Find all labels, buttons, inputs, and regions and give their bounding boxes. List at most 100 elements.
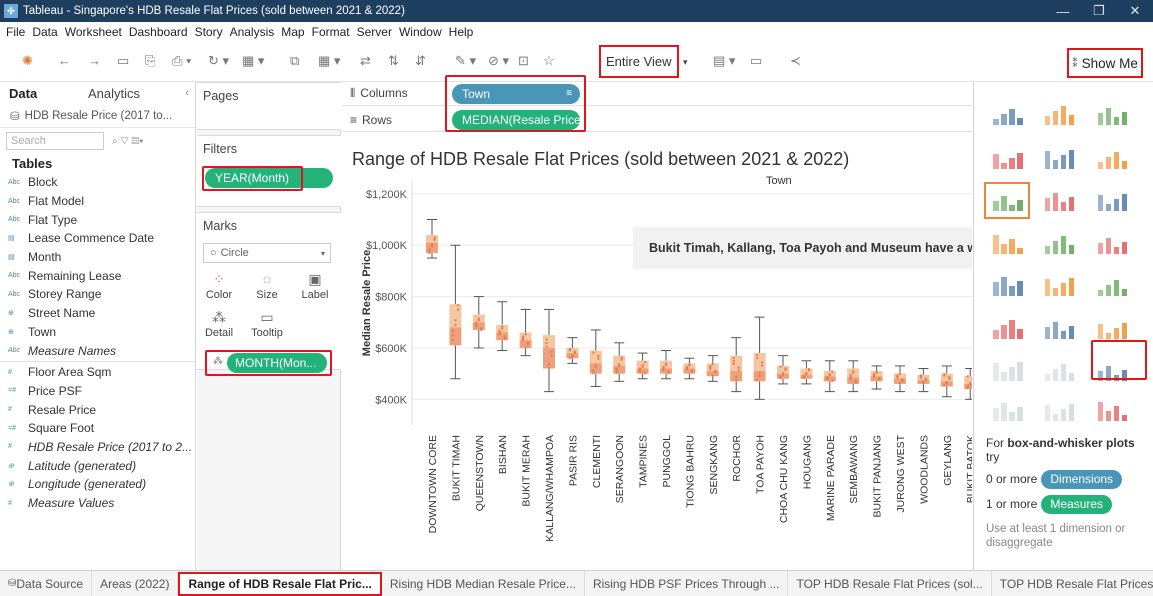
data-point[interactable]: [735, 378, 738, 381]
sheet-tab[interactable]: Range of HDB Resale Flat Pric...: [178, 571, 382, 596]
data-point[interactable]: [545, 341, 548, 345]
data-point[interactable]: [943, 372, 946, 376]
show-me-pie-chart-icon[interactable]: [1091, 142, 1133, 175]
data-point[interactable]: [501, 325, 504, 329]
sheet-tab[interactable]: Rising HDB Median Resale Price...: [382, 570, 585, 596]
pages-card[interactable]: Pages: [197, 82, 341, 130]
data-point[interactable]: [737, 369, 740, 372]
menu-worksheet[interactable]: Worksheet: [65, 25, 122, 39]
data-point[interactable]: [690, 369, 694, 372]
menu-window[interactable]: Window: [399, 25, 442, 39]
field-item[interactable]: Abc Remaining Lease: [0, 266, 195, 285]
data-point[interactable]: [545, 345, 548, 348]
box-lower[interactable]: [660, 368, 672, 374]
mark-type-dropdown[interactable]: ○ Circle ▾: [203, 243, 331, 263]
data-point[interactable]: [456, 303, 460, 307]
data-point[interactable]: [618, 363, 621, 366]
menu-dashboard[interactable]: Dashboard: [129, 25, 188, 39]
tooltip-button[interactable]: ▭ Tooltip: [247, 309, 287, 339]
data-point[interactable]: [524, 346, 527, 350]
data-point[interactable]: [919, 374, 923, 377]
box-plot-chart[interactable]: $400K$600K$800K$1,000K$1,200KMedian Resa…: [342, 133, 972, 570]
color-button[interactable]: ⁘ Color: [199, 271, 239, 301]
data-point[interactable]: [615, 367, 618, 371]
show-me-packed-bubbles-icon[interactable]: [1091, 394, 1133, 427]
data-point[interactable]: [755, 379, 759, 382]
data-point[interactable]: [760, 364, 764, 367]
data-point[interactable]: [737, 366, 740, 369]
data-point[interactable]: [685, 365, 689, 369]
sheet-tab[interactable]: TOP HDB Resale Flat Prices PSF...: [992, 571, 1153, 596]
tab-analytics[interactable]: Analytics: [72, 86, 140, 101]
sort-ascending-icon[interactable]: ⇅: [388, 53, 399, 69]
data-point[interactable]: [480, 327, 483, 330]
pause-updates-icon[interactable]: ⎙ ▾: [172, 53, 191, 69]
data-point[interactable]: [477, 317, 480, 320]
box-lower[interactable]: [449, 327, 462, 346]
show-me-filled-map-icon[interactable]: [1038, 142, 1080, 175]
data-point[interactable]: [550, 350, 553, 353]
box-lower[interactable]: [823, 376, 836, 382]
show-me-histogram-icon[interactable]: [1038, 354, 1080, 387]
show-me-highlight-table-icon[interactable]: [1091, 98, 1133, 131]
data-point[interactable]: [758, 371, 761, 375]
box-upper[interactable]: [940, 373, 953, 382]
data-point[interactable]: [597, 357, 600, 360]
data-point[interactable]: [594, 363, 597, 366]
size-button[interactable]: ◌ Size: [247, 271, 287, 301]
new-datasource-icon[interactable]: ⎘: [145, 53, 155, 69]
data-point[interactable]: [545, 338, 548, 341]
data-point[interactable]: [524, 333, 527, 336]
field-item[interactable]: =# Square Foot: [0, 419, 195, 438]
collapse-pane-icon[interactable]: ‹: [185, 87, 189, 99]
data-point[interactable]: [969, 381, 972, 385]
field-item[interactable]: # Measure Values: [0, 494, 195, 513]
show-me-scatter-plot-icon[interactable]: [986, 354, 1028, 387]
show-me-continuous-lines-icon[interactable]: [986, 269, 1028, 302]
show-me-side-by-side-circles-icon[interactable]: [1091, 227, 1133, 260]
data-point[interactable]: [451, 338, 455, 342]
field-item[interactable]: Abc Measure Names: [0, 341, 195, 360]
box-lower[interactable]: [472, 322, 485, 330]
data-point[interactable]: [945, 380, 948, 384]
show-me-gantt-icon[interactable]: [986, 394, 1028, 427]
data-point[interactable]: [688, 363, 691, 366]
data-point[interactable]: [877, 376, 881, 380]
data-point[interactable]: [758, 374, 761, 378]
filters-card[interactable]: Filters YEAR(Month): [197, 135, 341, 207]
box-lower[interactable]: [800, 374, 813, 379]
box-lower[interactable]: [683, 368, 696, 374]
show-me-treemap-icon[interactable]: [986, 227, 1028, 260]
data-point[interactable]: [547, 366, 551, 370]
data-point[interactable]: [550, 354, 553, 357]
data-point[interactable]: [760, 361, 764, 364]
show-me-bullet-graph-icon[interactable]: [1038, 394, 1080, 427]
box-lower[interactable]: [543, 347, 555, 369]
data-point[interactable]: [826, 375, 829, 379]
data-point[interactable]: [571, 354, 574, 357]
data-point[interactable]: [966, 385, 969, 388]
show-me-stacked-bars-icon[interactable]: [1038, 184, 1080, 217]
data-point[interactable]: [498, 329, 501, 333]
menu-server[interactable]: Server: [357, 25, 392, 39]
clear-sheet-icon[interactable]: ▦ ▾: [318, 53, 340, 69]
columns-shelf[interactable]: ⦀ Columns Town ≡: [342, 82, 972, 106]
swap-rows-columns-icon[interactable]: ⇄: [360, 53, 371, 69]
data-point[interactable]: [711, 374, 714, 377]
highlight-icon[interactable]: ✎ ▾: [455, 53, 476, 69]
data-point[interactable]: [428, 247, 431, 251]
data-point[interactable]: [781, 372, 785, 375]
close-icon[interactable]: ✕: [1117, 3, 1153, 19]
field-item[interactable]: ⊕ Latitude (generated): [0, 456, 195, 475]
fix-axes-icon[interactable]: ☆: [543, 53, 555, 69]
search-filter-icons[interactable]: ⌕ ▽ ▤▾: [112, 136, 143, 147]
data-point[interactable]: [711, 363, 714, 366]
box-upper[interactable]: [426, 234, 438, 243]
field-item[interactable]: ⊕ Street Name: [0, 304, 195, 323]
data-point[interactable]: [475, 321, 478, 324]
data-point[interactable]: [568, 347, 572, 351]
data-point[interactable]: [831, 370, 834, 373]
data-point[interactable]: [732, 362, 735, 365]
presentation-mode-icon[interactable]: ▭: [750, 53, 762, 69]
data-point[interactable]: [875, 370, 878, 373]
